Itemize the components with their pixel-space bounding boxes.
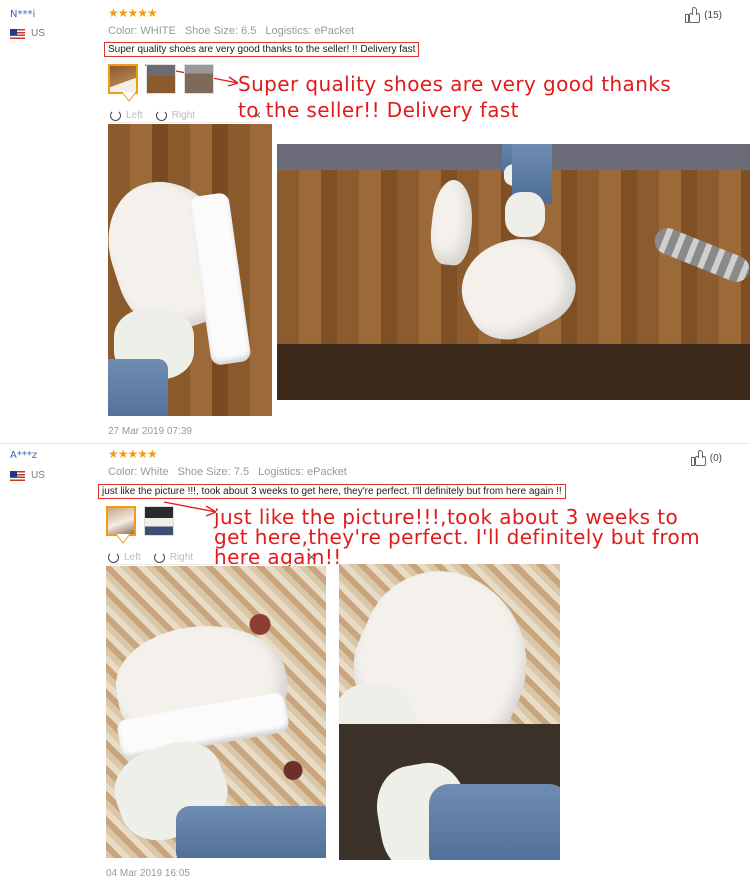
us-flag-icon	[10, 470, 25, 481]
handwritten-line: just like the picture!!!,took about 3 we…	[214, 505, 679, 529]
review-photo[interactable]	[339, 564, 560, 860]
photo-thumbnails	[106, 506, 174, 536]
handwritten-line: to the seller!! Delivery fast	[238, 98, 519, 122]
size-info: Shoe Size: 6.5	[184, 25, 257, 37]
us-flag-icon	[10, 28, 25, 39]
thumbs-up-icon	[690, 450, 707, 466]
handwritten-line: Super quality shoes are very good thanks	[238, 72, 672, 96]
logistics-info: Logistics: ePacket	[258, 466, 347, 478]
country-label: US	[31, 28, 45, 39]
review-photo[interactable]	[277, 144, 750, 400]
photo-thumbnail[interactable]	[144, 506, 174, 536]
review-photo[interactable]	[108, 124, 272, 416]
review-date: 04 Mar 2019 16:05	[106, 868, 190, 879]
color-info: Color: White	[108, 466, 169, 478]
photo-controls: Left Right	[110, 108, 270, 123]
photo-controls: Left Right	[108, 550, 323, 565]
size-info: Shoe Size: 7.5	[177, 466, 250, 478]
rotate-right-icon[interactable]	[155, 109, 167, 121]
reviewer-country: US	[10, 470, 45, 481]
order-info: Color: White Shoe Size: 7.5 Logistics: e…	[108, 466, 347, 478]
rotate-left-icon[interactable]	[108, 551, 119, 563]
close-icon[interactable]: ×	[308, 550, 315, 564]
review-date: 27 Mar 2019 07:39	[108, 426, 192, 437]
helpful-button[interactable]: (15)	[685, 7, 722, 23]
photo-thumbnail[interactable]	[146, 64, 176, 94]
handwritten-line: get here,they're perfect. I'll definitel…	[214, 525, 701, 549]
photo-thumbnail[interactable]	[184, 64, 214, 94]
rotate-left-label[interactable]: Left	[126, 110, 143, 121]
review-text: just like the picture !!!, took about 3 …	[98, 484, 566, 499]
review-item: N***i US ★★★★★ Color: WHITE Shoe Size: 6…	[0, 0, 750, 444]
order-info: Color: WHITE Shoe Size: 6.5 Logistics: e…	[108, 25, 354, 37]
star-rating: ★★★★★	[108, 6, 158, 20]
logistics-info: Logistics: ePacket	[265, 25, 355, 37]
rotate-right-label[interactable]: Right	[172, 110, 195, 121]
helpful-count: (0)	[709, 452, 722, 464]
review-item: A***z US ★★★★★ Color: White Shoe Size: 7…	[0, 444, 750, 880]
handwritten-note: Super quality shoes are very good thanks…	[238, 74, 671, 120]
star-rating: ★★★★★	[108, 447, 158, 461]
thumb-pointer	[121, 92, 137, 102]
thumbs-up-icon	[685, 7, 701, 23]
rotate-left-label[interactable]: Left	[124, 552, 141, 563]
helpful-button[interactable]: (0)	[690, 450, 722, 466]
reviewer-name[interactable]: N***i	[10, 9, 35, 20]
rotate-right-label[interactable]: Right	[170, 552, 193, 563]
rotate-right-icon[interactable]	[153, 551, 165, 563]
review-photo[interactable]	[106, 566, 326, 858]
color-info: Color: WHITE	[108, 25, 176, 37]
close-icon[interactable]: ×	[254, 108, 261, 122]
reviewer-country: US	[10, 28, 45, 39]
rotate-left-icon[interactable]	[110, 109, 121, 121]
thumb-pointer	[115, 534, 131, 544]
photo-thumbnail[interactable]	[106, 506, 136, 536]
photo-thumbnail[interactable]	[108, 64, 138, 94]
reviewer-name[interactable]: A***z	[10, 450, 37, 461]
helpful-count: (15)	[704, 9, 722, 21]
country-label: US	[31, 470, 45, 481]
photo-thumbnails	[108, 64, 214, 94]
